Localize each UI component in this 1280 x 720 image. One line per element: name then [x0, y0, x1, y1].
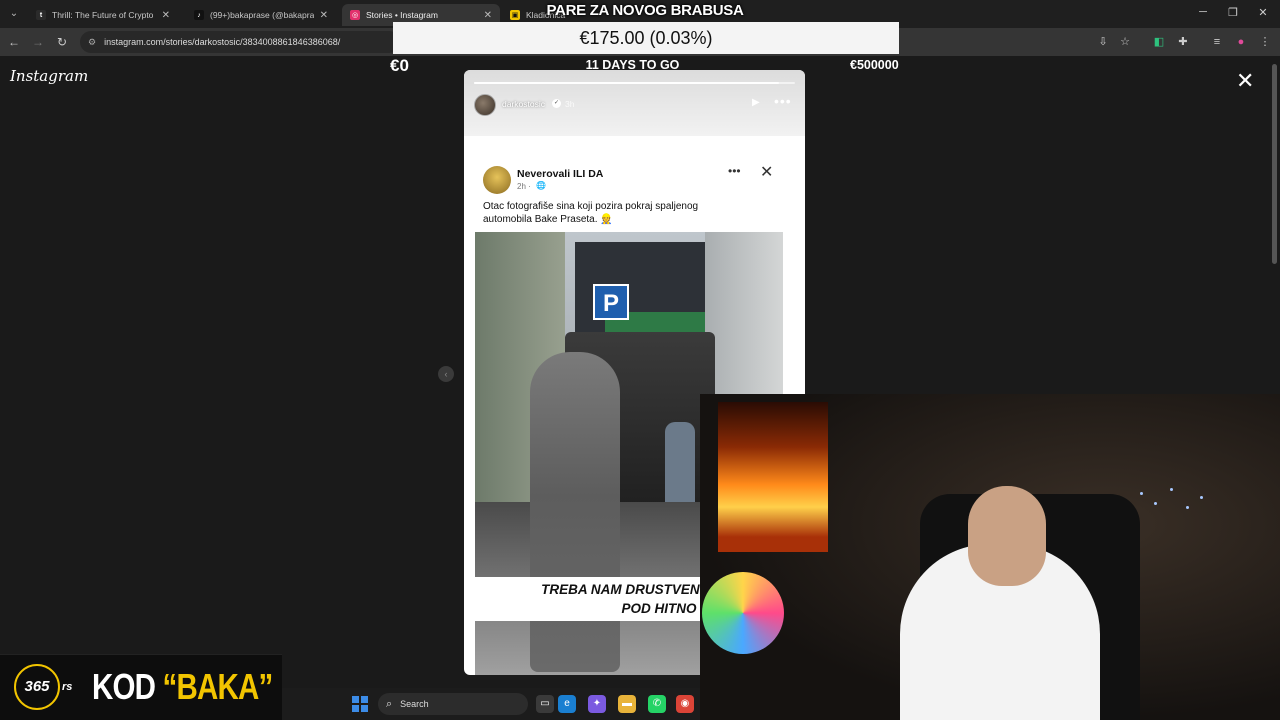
url-text: instagram.com/stories/darkostosic/383400… [104, 37, 341, 47]
tab-title: Stories • Instagram [366, 10, 438, 20]
search-icon: ⌕ [386, 697, 393, 710]
forward-icon[interactable]: → [30, 34, 46, 50]
promo-code-text: KOD “BAKA” [92, 666, 274, 707]
close-tab-icon[interactable]: ✕ [484, 10, 492, 21]
sponsor-logo: 365 [14, 664, 60, 710]
goal-end-value: €500000 [850, 58, 899, 72]
copilot-icon[interactable]: ✦ [588, 695, 606, 713]
url-input[interactable]: ⚙ instagram.com/stories/darkostosic/3834… [80, 31, 400, 53]
story-time: 3h [565, 99, 575, 109]
more-options-icon[interactable]: ••• [774, 93, 792, 109]
promo-code: “BAKA” [162, 666, 274, 707]
parking-sign: P [593, 284, 629, 320]
goal-title: PARE ZA NOVOG BRABUSA [546, 2, 744, 19]
instagram-logo[interactable]: Instagram [10, 67, 88, 85]
post-close-icon: ✕ [760, 164, 774, 181]
play-icon[interactable]: ▶ [752, 97, 760, 108]
extensions-puzzle-icon[interactable]: ✚ [1176, 35, 1190, 49]
goal-start-value: €0 [390, 56, 409, 75]
goal-amount-box: €175.00 (0.03%) [393, 22, 899, 54]
back-icon[interactable]: ← [6, 34, 22, 50]
promo-prefix: KOD [92, 666, 163, 707]
task-view-icon[interactable]: ▭ [536, 695, 554, 713]
caption-line-1: TREBA NAM DRUSTVENI R [541, 582, 717, 597]
tab-tiktok[interactable]: ♪ (99+)bakaprase (@bakaprase) | ✕ [186, 4, 336, 26]
close-window-icon[interactable]: ✕ [1256, 6, 1270, 19]
edge-icon[interactable]: e [558, 695, 576, 713]
taskbar-search-label: Search [400, 699, 429, 709]
tab-title: Thrill: The Future of Crypto Casi [52, 10, 156, 20]
construction-worker-emoji-icon: 👷 [600, 214, 613, 225]
thrill-favicon-icon: t [36, 10, 46, 20]
previous-story-icon[interactable]: ‹ [438, 366, 454, 382]
story-username[interactable]: darkostosic [502, 99, 545, 109]
chrome-icon[interactable]: ◉ [676, 695, 694, 713]
install-app-icon[interactable]: ⇩ [1096, 35, 1110, 49]
profile-icon[interactable]: ● [1234, 35, 1248, 49]
restore-icon[interactable]: ❐ [1226, 6, 1240, 19]
site-info-icon[interactable]: ⚙ [88, 37, 96, 48]
bookmark-star-icon[interactable]: ☆ [1118, 35, 1132, 49]
file-explorer-icon[interactable]: ▬ [618, 695, 636, 713]
post-page-name: Neverovali ILI DA [517, 168, 604, 180]
taskbar-search[interactable]: ⌕ Search [378, 693, 528, 715]
man-figure [530, 352, 620, 672]
avatar[interactable] [474, 94, 496, 116]
globe-icon: 🌐 [536, 181, 546, 190]
tiktok-icon: ♪ [194, 10, 204, 20]
story-progress-fill [474, 82, 779, 84]
minimize-icon[interactable]: ─ [1196, 6, 1210, 18]
media-control-icon[interactable]: ≡ [1210, 35, 1224, 49]
post-age: 2h · [517, 182, 531, 191]
post-body: Otac fotografiše sina koji pozira pokraj… [483, 201, 699, 225]
sponsor-banner: 365 rs KOD “BAKA” [0, 654, 282, 720]
reload-icon[interactable]: ↻ [54, 34, 70, 50]
instagram-icon: ◎ [350, 10, 360, 20]
post-page-avatar [483, 166, 511, 194]
goal-amount: €175.00 (0.03%) [579, 28, 713, 48]
post-text: Otac fotografiše sina koji pozira pokraj… [483, 200, 743, 226]
close-tab-icon[interactable]: ✕ [320, 10, 328, 21]
sponsor-logo-suffix: rs [62, 681, 73, 693]
beach-ball [702, 572, 784, 654]
tab-title: (99+)bakaprase (@bakaprase) | [210, 10, 314, 20]
menu-kebab-icon[interactable]: ⋮ [1258, 35, 1272, 49]
post-more-icon: ••• [728, 164, 741, 178]
tab-list-button[interactable]: ⌄ [6, 6, 22, 22]
verified-badge-icon: ✓ [552, 99, 561, 108]
taskbar: ⌕ Search ▭ e ✦ ▬ ✆ ◉ [282, 688, 700, 720]
windows-start-icon[interactable] [352, 696, 368, 712]
extension-icon[interactable]: ◧ [1152, 35, 1166, 49]
kladionica-favicon-icon: ▣ [510, 10, 520, 20]
whatsapp-icon[interactable]: ✆ [648, 695, 666, 713]
streamer-head [968, 486, 1046, 586]
close-story-icon[interactable]: ✕ [1236, 70, 1254, 92]
goal-days-left: 11 DAYS TO GO [585, 58, 680, 72]
close-tab-icon[interactable]: ✕ [162, 10, 170, 21]
story-progress-bar [474, 82, 795, 84]
city-lights [1130, 484, 1210, 524]
fireplace-tv [718, 402, 828, 552]
tab-thrill[interactable]: t Thrill: The Future of Crypto Casi ✕ [28, 4, 178, 26]
webcam-overlay [700, 394, 1280, 720]
